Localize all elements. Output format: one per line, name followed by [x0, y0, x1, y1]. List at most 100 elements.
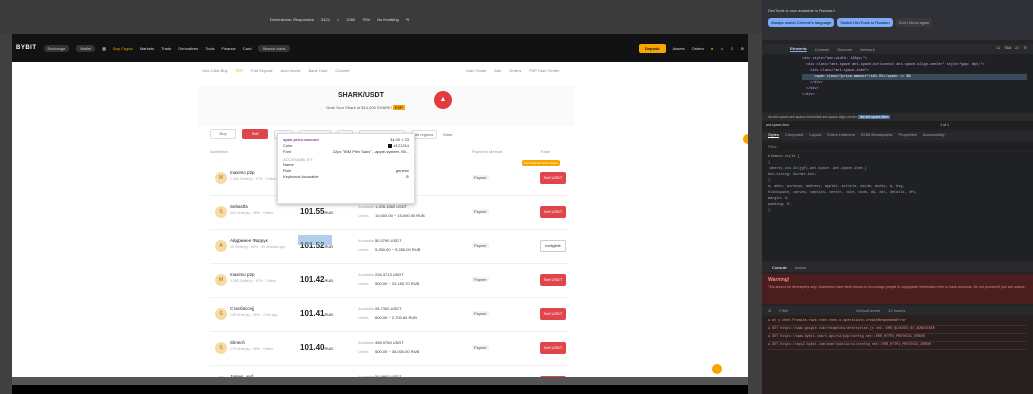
col-trade: Trade — [540, 149, 551, 154]
nav-item-derivatives[interactable]: Derivatives — [178, 46, 198, 51]
bell-icon[interactable]: ♫ — [720, 46, 723, 51]
console-error-entry[interactable]: GET https://api2.bybit.com/user/public/v… — [768, 342, 1027, 350]
trade-button[interactable]: Sell USDT — [540, 206, 566, 218]
advertiser-name[interactable]: maximo p2p — [230, 170, 255, 175]
height-input[interactable]: 1080 — [346, 17, 355, 22]
p2p-user-center-link[interactable]: P2P User Center — [529, 68, 559, 73]
nav-item-markets[interactable]: Markets — [140, 46, 154, 51]
subnav-p2p[interactable]: P2P — [236, 68, 244, 73]
error-count[interactable]: 11 — [996, 45, 1000, 50]
advertiser-avatar[interactable]: A — [215, 240, 227, 252]
console-filter[interactable]: Filter — [779, 308, 788, 313]
advertiser-name[interactable]: Slmech — [230, 340, 245, 345]
subnav-auto-invest[interactable]: Auto Invest — [280, 68, 300, 73]
drawer-tab-issues[interactable]: Issues — [795, 265, 807, 270]
orders-menu[interactable]: Orders — [692, 46, 704, 51]
nav-item-buy-crypto[interactable]: Buy Crypto — [113, 46, 133, 51]
advertiser-name[interactable]: Стасбассеjj — [230, 306, 254, 311]
subnav-bank-card[interactable]: Bank Card — [308, 68, 327, 73]
trade-button[interactable]: Sell USDT — [540, 308, 566, 320]
dimensions-select[interactable]: Dimensions: Responsive — [270, 17, 314, 22]
console-error-entry[interactable]: GET https://www.google.com/recaptcha/ent… — [768, 326, 1027, 334]
crumb-space[interactable]: div.ant-space.ant-space-horizontal.ant-s… — [768, 115, 857, 119]
apps-grid-icon[interactable]: ▦ — [102, 46, 106, 51]
advertiser-avatar[interactable]: S — [215, 206, 227, 218]
console-error-entry[interactable]: at y.then.Promise.race.then.then.o.opera… — [768, 318, 1027, 326]
zoom-select[interactable]: 75% — [362, 17, 370, 22]
nav-search[interactable]: Search coins — [258, 44, 290, 52]
styles-filter-input[interactable]: Filter — [762, 143, 1033, 151]
warning-count[interactable]: 764 — [1004, 45, 1011, 50]
settings-gear-icon[interactable]: ⚙ — [1023, 45, 1027, 50]
resize-handle[interactable] — [748, 34, 762, 394]
crumb-space-item[interactable]: div.ant-space-item — [858, 115, 891, 119]
clear-console-icon[interactable]: ⊘ — [768, 308, 771, 313]
tab-network[interactable]: Network — [860, 47, 875, 52]
tooltip-keyboard-label: Keyboard-focusable — [283, 174, 319, 179]
throttle-select[interactable]: No throttling — [377, 17, 399, 22]
dom-tree[interactable]: <div style="min-width: 128px;"> <div clas… — [762, 54, 1033, 112]
user-avatar-icon[interactable]: ● — [711, 46, 713, 51]
tab-layout[interactable]: Layout — [809, 132, 821, 140]
tab-console[interactable]: Console — [815, 47, 830, 52]
trade-button[interactable]: Ineligible — [540, 240, 566, 252]
advertiser-avatar[interactable]: S — [215, 308, 227, 320]
trade-button[interactable]: Sell USDT — [540, 172, 566, 184]
console-error-entry[interactable]: GET https://www.bybit.com/x-api/v2/p2p/c… — [768, 334, 1027, 342]
drawer-tab-console[interactable]: Console — [772, 265, 787, 270]
advertiser-name[interactable]: maximo p2p — [230, 272, 255, 277]
trade-button[interactable]: Sell USDT — [540, 274, 566, 286]
nav-item-trade[interactable]: Trade — [161, 46, 171, 51]
wallet-toggle[interactable]: Wallet — [76, 44, 96, 52]
orders-link[interactable]: Orders — [509, 68, 521, 73]
user-guide-link[interactable]: User Guide — [466, 68, 486, 73]
advertiser-avatar[interactable]: S — [215, 342, 227, 354]
issue-count[interactable]: 22 — [1015, 45, 1019, 50]
styles-pane[interactable]: element.style {}:where(.css-1oljgf).ant-… — [762, 152, 1033, 260]
match-language-button[interactable]: Always match Chrome's language — [768, 18, 835, 27]
log-level-select[interactable]: Default levels — [856, 308, 880, 313]
switch-language-button[interactable]: Switch DevTools to Russian — [837, 18, 893, 27]
deposit-button[interactable]: Deposit — [638, 43, 666, 53]
tab-dom-breakpoints[interactable]: DOM Breakpoints — [861, 132, 893, 140]
tab-event-listeners[interactable]: Event Listeners — [827, 132, 855, 140]
tab-sources[interactable]: Sources — [837, 47, 852, 52]
advertiser-name[interactable]: Sebastfa — [230, 204, 248, 209]
advertiser-avatar[interactable]: M — [215, 172, 227, 184]
advertiser-name[interactable]: Айдрмнее Фаррук — [230, 238, 268, 243]
rotate-icon[interactable]: ⟲ — [406, 17, 409, 22]
tab-styles[interactable]: Styles — [768, 132, 779, 140]
width-input[interactable]: 2421 — [321, 17, 330, 22]
promo-banner[interactable]: SHARK/USDT Grab Your Share of $14,000 SH… — [198, 86, 574, 126]
help-bubble-icon[interactable] — [712, 364, 722, 374]
trade-button[interactable]: Sell USDT — [540, 342, 566, 354]
globe-icon[interactable]: ⊕ — [741, 46, 744, 51]
advertiser-avatar[interactable]: M — [215, 274, 227, 286]
sell-tab[interactable]: Sell — [242, 129, 268, 139]
style-rule-line[interactable]: } — [768, 208, 1027, 214]
subnav-convert[interactable]: Convert — [335, 68, 349, 73]
tab-accessibility[interactable]: Accessibility — [923, 132, 945, 140]
nav-item-card[interactable]: Card — [243, 46, 252, 51]
infobar-text: DevTools is now available in Russian! — [768, 8, 835, 13]
dom-search-input[interactable]: ant-space-item — [766, 123, 789, 127]
dont-show-button[interactable]: Don't show again — [895, 18, 933, 27]
buy-tab[interactable]: Buy — [210, 129, 236, 139]
dom-node[interactable]: </div> — [802, 92, 1027, 98]
tab-elements[interactable]: Elements — [790, 46, 807, 52]
chat-support-icon[interactable] — [743, 134, 748, 144]
subnav-one-click-buy[interactable]: One-Click Buy — [202, 68, 228, 73]
bybit-logo[interactable]: BYBIT — [16, 45, 37, 51]
download-icon[interactable]: ⇩ — [730, 46, 733, 51]
tab-computed[interactable]: Computed — [785, 132, 803, 140]
nav-item-tools[interactable]: Tools — [205, 46, 214, 51]
issues-count[interactable]: 22 Issues — [888, 308, 905, 313]
tab-properties[interactable]: Properties — [899, 132, 917, 140]
ads-link[interactable]: Ads — [494, 68, 501, 73]
exchange-toggle[interactable]: Exchange — [43, 44, 70, 52]
subnav-fiat-deposit[interactable]: Fiat Deposit — [251, 68, 272, 73]
more-filters[interactable]: More — [443, 132, 452, 137]
styles-tabs: Styles Computed Layout Event Listeners D… — [762, 132, 1033, 140]
nav-item-finance[interactable]: Finance — [222, 46, 236, 51]
assets-menu[interactable]: Assets — [673, 46, 685, 51]
